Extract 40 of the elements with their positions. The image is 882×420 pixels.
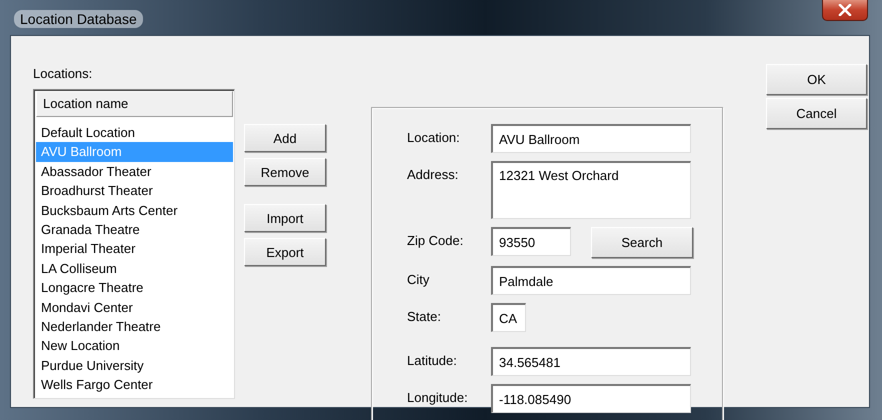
field-label: City <box>407 271 430 289</box>
field-label: Longitude: <box>407 389 469 407</box>
dialog-button[interactable]: OK <box>766 64 867 95</box>
close-icon <box>838 4 852 16</box>
field-label: Address: <box>407 166 460 184</box>
list-item[interactable]: Granada Theatre <box>36 220 233 240</box>
action-button[interactable]: Add <box>244 124 326 152</box>
close-button[interactable] <box>822 0 868 21</box>
list-item[interactable]: Default Location <box>36 123 233 142</box>
list-item[interactable]: Bucksbaum Arts Center <box>36 200 233 220</box>
action-button[interactable]: Export <box>244 238 326 266</box>
input-field[interactable]: -118.085490 <box>491 384 691 413</box>
list-item[interactable]: Purdue University <box>36 356 233 376</box>
input-field[interactable]: Palmdale <box>491 266 691 295</box>
list-item[interactable]: Nederlander Theatre <box>36 317 233 336</box>
input-field[interactable]: CA <box>491 303 526 332</box>
window-title: Location Database <box>14 10 143 28</box>
field-label: Location: <box>407 129 461 147</box>
list-item[interactable]: Wells Fargo Center <box>36 375 233 395</box>
input-field[interactable]: 34.565481 <box>491 347 691 376</box>
list-item[interactable]: Mondavi Center <box>36 298 233 318</box>
address-field[interactable]: 12321 West Orchard <box>491 161 691 219</box>
list-item[interactable]: Abassador Theater <box>36 162 233 182</box>
field-label: State: <box>407 308 442 326</box>
search-button[interactable]: Search <box>591 227 693 258</box>
action-button[interactable]: Import <box>244 204 326 232</box>
list-item[interactable]: New Location <box>36 336 233 356</box>
list-item[interactable]: Broadhurst Theater <box>36 181 233 201</box>
field-label: Latitude: <box>407 352 458 370</box>
location-list[interactable] <box>33 89 235 399</box>
field-label: Zip Code: <box>407 232 464 250</box>
list-item[interactable]: Imperial Theater <box>36 239 233 259</box>
list-item[interactable]: LA Colliseum <box>36 258 233 278</box>
input-field[interactable]: AVU Ballroom <box>491 124 691 153</box>
input-field[interactable]: 93550 <box>491 227 571 256</box>
list-item[interactable]: Longacre Theatre <box>36 278 233 298</box>
column-header[interactable]: Location name <box>36 91 233 117</box>
dialog-button[interactable]: Cancel <box>766 98 867 129</box>
locations-label: Locations: <box>33 66 94 82</box>
action-button[interactable]: Remove <box>244 158 326 186</box>
